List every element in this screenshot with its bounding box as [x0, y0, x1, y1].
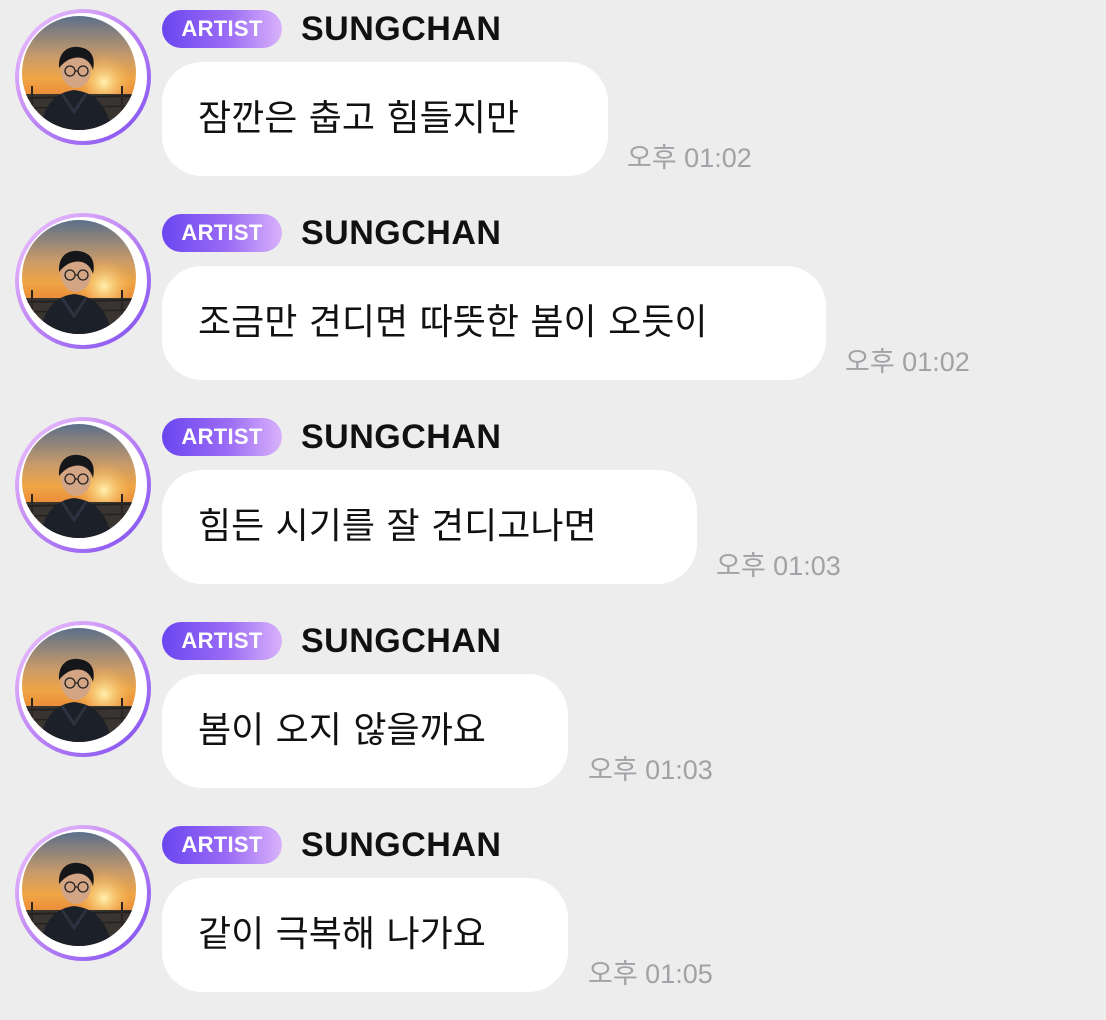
message-timestamp: 오후 01:03 — [588, 755, 713, 785]
message-bubble[interactable]: 조금만 견디면 따뜻한 봄이 오듯이 — [162, 266, 826, 380]
avatar[interactable] — [15, 213, 151, 349]
artist-badge: ARTIST — [162, 622, 282, 660]
artist-badge: ARTIST — [162, 826, 282, 864]
artist-badge: ARTIST — [162, 418, 282, 456]
message-bubble[interactable]: 같이 극복해 나가요 — [162, 878, 568, 992]
sender-name[interactable]: SUNGCHAN — [301, 8, 501, 50]
chat-message: ARTIST SUNGCHAN 봄이 오지 않을까요 오후 01:03 — [0, 612, 1106, 816]
profile-photo-icon — [22, 220, 136, 334]
chat-message: ARTIST SUNGCHAN 조금만 견디면 따뜻한 봄이 오듯이 오후 01… — [0, 204, 1106, 408]
chat-message: ARTIST SUNGCHAN 같이 극복해 나가요 오후 01:05 — [0, 816, 1106, 1020]
chat-message: ARTIST SUNGCHAN 잠깐은 춥고 힘들지만 오후 01:02 — [0, 0, 1106, 204]
message-timestamp: 오후 01:02 — [845, 347, 970, 377]
message-timestamp: 오후 01:02 — [627, 143, 752, 173]
artist-badge: ARTIST — [162, 214, 282, 252]
profile-photo-icon — [22, 628, 136, 742]
avatar[interactable] — [15, 9, 151, 145]
message-bubble[interactable]: 봄이 오지 않을까요 — [162, 674, 568, 788]
avatar[interactable] — [15, 825, 151, 961]
avatar[interactable] — [15, 417, 151, 553]
chat-message-list[interactable]: ARTIST SUNGCHAN 잠깐은 춥고 힘들지만 오후 01:02 ART… — [0, 0, 1106, 1009]
avatar[interactable] — [15, 621, 151, 757]
sender-name[interactable]: SUNGCHAN — [301, 416, 501, 458]
message-timestamp: 오후 01:03 — [716, 551, 841, 581]
sender-name[interactable]: SUNGCHAN — [301, 824, 501, 866]
message-bubble[interactable]: 힘든 시기를 잘 견디고나면 — [162, 470, 697, 584]
sender-name[interactable]: SUNGCHAN — [301, 212, 501, 254]
profile-photo-icon — [22, 832, 136, 946]
message-timestamp: 오후 01:05 — [588, 959, 713, 989]
artist-badge: ARTIST — [162, 10, 282, 48]
message-bubble[interactable]: 잠깐은 춥고 힘들지만 — [162, 62, 608, 176]
profile-photo-icon — [22, 16, 136, 130]
sender-name[interactable]: SUNGCHAN — [301, 620, 501, 662]
profile-photo-icon — [22, 424, 136, 538]
chat-message: ARTIST SUNGCHAN 힘든 시기를 잘 견디고나면 오후 01:03 — [0, 408, 1106, 612]
